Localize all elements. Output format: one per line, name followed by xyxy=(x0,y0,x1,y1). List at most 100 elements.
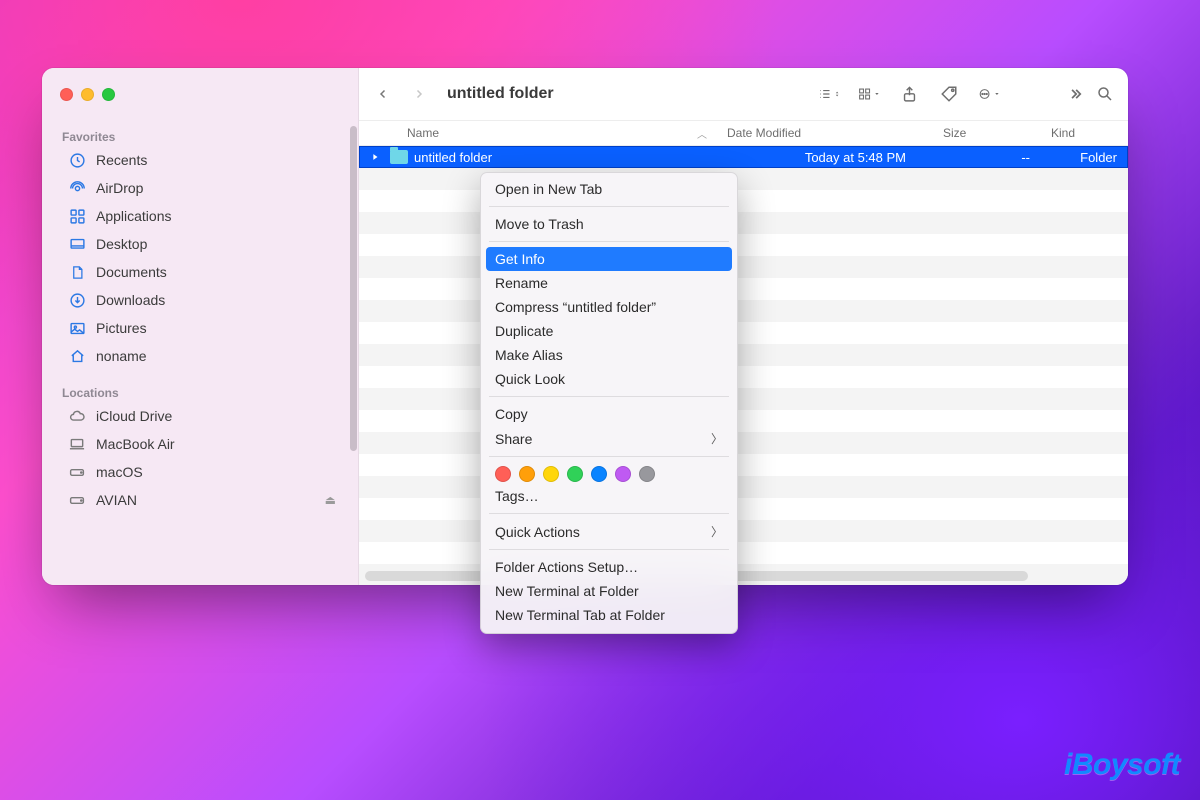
sidebar-label: Downloads xyxy=(96,292,165,308)
sidebar-item-recents[interactable]: Recents xyxy=(60,146,344,174)
sidebar-label: Documents xyxy=(96,264,167,280)
sidebar-label: AirDrop xyxy=(96,180,143,196)
menu-terminal-tab[interactable]: New Terminal Tab at Folder xyxy=(481,603,737,627)
group-button[interactable] xyxy=(858,83,880,105)
sidebar-item-avian[interactable]: AVIAN ⏏ xyxy=(60,486,344,514)
overflow-button[interactable] xyxy=(1064,83,1086,105)
airdrop-icon xyxy=(68,179,86,197)
close-window-button[interactable] xyxy=(60,88,73,101)
sidebar-scrollbar[interactable] xyxy=(350,126,357,451)
sidebar-label: iCloud Drive xyxy=(96,408,172,424)
menu-open-in-new-tab[interactable]: Open in New Tab xyxy=(481,177,737,201)
apps-icon xyxy=(68,207,86,225)
menu-separator xyxy=(489,396,729,397)
sidebar-item-desktop[interactable]: Desktop xyxy=(60,230,344,258)
menu-rename[interactable]: Rename xyxy=(481,271,737,295)
finder-main: untitled folder xyxy=(359,68,1128,585)
menu-duplicate[interactable]: Duplicate xyxy=(481,319,737,343)
file-date: Today at 5:48 PM xyxy=(720,150,936,165)
chevron-right-icon: 〉 xyxy=(711,523,723,540)
disk-icon xyxy=(68,463,86,481)
sidebar-item-home[interactable]: noname xyxy=(60,342,344,370)
context-menu: Open in New Tab Move to Trash Get Info R… xyxy=(480,172,738,634)
tag-green[interactable] xyxy=(567,466,583,482)
menu-get-info[interactable]: Get Info xyxy=(486,247,732,271)
tag-yellow[interactable] xyxy=(543,466,559,482)
window-controls xyxy=(60,88,115,101)
tags-button[interactable] xyxy=(938,83,960,105)
sidebar-item-airdrop[interactable]: AirDrop xyxy=(60,174,344,202)
menu-quick-look[interactable]: Quick Look xyxy=(481,367,737,391)
sidebar-header-favorites: Favorites xyxy=(62,130,344,144)
menu-folder-actions[interactable]: Folder Actions Setup… xyxy=(481,555,737,579)
menu-separator xyxy=(489,241,729,242)
file-list[interactable]: untitled folder Today at 5:48 PM -- Fold… xyxy=(359,146,1128,585)
sidebar-item-pictures[interactable]: Pictures xyxy=(60,314,344,342)
menu-share[interactable]: Share〉 xyxy=(481,426,737,451)
desktop-icon xyxy=(68,235,86,253)
column-headers: Name ︿ Date Modified Size Kind xyxy=(359,120,1128,146)
menu-make-alias[interactable]: Make Alias xyxy=(481,343,737,367)
menu-quick-actions[interactable]: Quick Actions〉 xyxy=(481,519,737,544)
tag-red[interactable] xyxy=(495,466,511,482)
finder-toolbar: untitled folder xyxy=(359,68,1128,120)
zoom-window-button[interactable] xyxy=(102,88,115,101)
menu-compress[interactable]: Compress “untitled folder” xyxy=(481,295,737,319)
minimize-window-button[interactable] xyxy=(81,88,94,101)
file-kind: Folder xyxy=(1044,150,1127,165)
disk-icon xyxy=(68,491,86,509)
sidebar-header-locations: Locations xyxy=(62,386,344,400)
search-button[interactable] xyxy=(1094,83,1116,105)
column-name[interactable]: Name ︿ xyxy=(359,126,717,141)
menu-tags[interactable]: Tags… xyxy=(481,484,737,508)
list-background xyxy=(359,146,1128,585)
file-row-selected[interactable]: untitled folder Today at 5:48 PM -- Fold… xyxy=(359,146,1128,168)
sort-asc-icon: ︿ xyxy=(697,126,707,141)
menu-terminal[interactable]: New Terminal at Folder xyxy=(481,579,737,603)
file-name: untitled folder xyxy=(414,150,720,165)
share-button[interactable] xyxy=(898,83,920,105)
watermark: iBoysoft xyxy=(1064,748,1180,782)
sidebar-item-applications[interactable]: Applications xyxy=(60,202,344,230)
sidebar-item-macbook[interactable]: MacBook Air xyxy=(60,430,344,458)
menu-tag-colors xyxy=(481,462,737,484)
sidebar-label: AVIAN xyxy=(96,492,137,508)
menu-separator xyxy=(489,513,729,514)
menu-separator xyxy=(489,206,729,207)
menu-copy[interactable]: Copy xyxy=(481,402,737,426)
laptop-icon xyxy=(68,435,86,453)
action-button[interactable] xyxy=(978,83,1000,105)
folder-icon xyxy=(390,150,408,164)
sidebar-item-macos[interactable]: macOS xyxy=(60,458,344,486)
menu-move-to-trash[interactable]: Move to Trash xyxy=(481,212,737,236)
column-size[interactable]: Size xyxy=(933,126,1041,140)
file-size: -- xyxy=(936,150,1044,165)
clock-icon xyxy=(68,151,86,169)
tag-orange[interactable] xyxy=(519,466,535,482)
column-date[interactable]: Date Modified xyxy=(717,126,933,140)
download-icon xyxy=(68,291,86,309)
sidebar-label: Desktop xyxy=(96,236,147,252)
forward-button[interactable] xyxy=(405,80,433,108)
sidebar-item-downloads[interactable]: Downloads xyxy=(60,286,344,314)
window-title: untitled folder xyxy=(447,85,554,103)
document-icon xyxy=(68,263,86,281)
sidebar-item-icloud[interactable]: iCloud Drive xyxy=(60,402,344,430)
tag-purple[interactable] xyxy=(615,466,631,482)
sidebar-label: noname xyxy=(96,348,147,364)
chevron-right-icon: 〉 xyxy=(711,430,723,447)
disclosure-icon[interactable] xyxy=(370,152,384,162)
tag-gray[interactable] xyxy=(639,466,655,482)
finder-sidebar: Favorites Recents AirDrop Applications D… xyxy=(42,68,359,585)
sidebar-label: Pictures xyxy=(96,320,147,336)
pictures-icon xyxy=(68,319,86,337)
cloud-icon xyxy=(68,407,86,425)
column-kind[interactable]: Kind xyxy=(1041,126,1128,140)
sidebar-item-documents[interactable]: Documents xyxy=(60,258,344,286)
eject-icon[interactable]: ⏏ xyxy=(325,493,336,507)
sidebar-label: MacBook Air xyxy=(96,436,175,452)
view-mode-button[interactable] xyxy=(818,83,840,105)
back-button[interactable] xyxy=(369,80,397,108)
sidebar-label: macOS xyxy=(96,464,143,480)
tag-blue[interactable] xyxy=(591,466,607,482)
